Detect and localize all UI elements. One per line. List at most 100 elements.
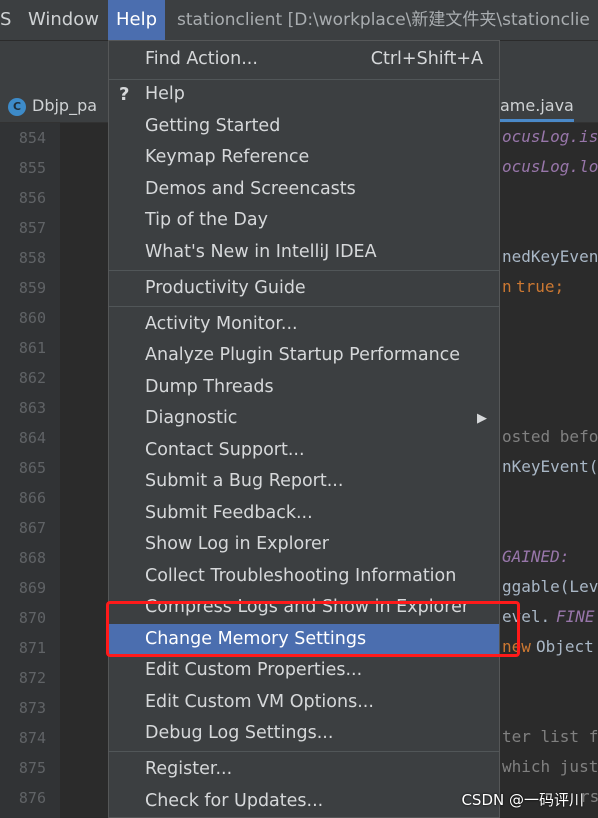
menu-item-label: Submit Feedback... [145,503,313,523]
code-line-871-b: Object [536,637,594,656]
line-number: 872 [18,669,46,687]
line-number: 857 [18,219,46,237]
line-number: 876 [18,789,46,807]
menu-item-label: Submit a Bug Report... [145,471,344,491]
menu-separator [109,270,499,271]
line-number: 864 [18,429,46,447]
menu-item-submit-bug-report[interactable]: Submit a Bug Report... [109,466,499,497]
window-title: stationclient [D:\workplace\新建文件夹\statio… [177,10,590,30]
menu-item-show-log[interactable]: Show Log in Explorer [109,529,499,560]
menu-item-label: Getting Started [145,116,281,136]
tab-label: ame.java [500,96,574,115]
menu-separator [109,751,499,752]
menu-item-find-action[interactable]: Find Action... Ctrl+Shift+A [109,44,499,75]
menu-item-label: Keymap Reference [145,147,310,167]
code-line-869: ggable(Lev [502,577,598,596]
line-number: 868 [18,549,46,567]
menu-item-register[interactable]: Register... [109,754,499,785]
code-line-859-a: n [502,277,512,296]
menu-item-label: Contact Support... [145,440,305,460]
help-menu-dropdown: Find Action... Ctrl+Shift+A ? Help Getti… [108,40,500,818]
menu-bar: S Window Help stationclient [D:\workplac… [0,0,598,41]
tab-label: Dbjp_pa [32,96,98,115]
menu-item-label: Tip of the Day [145,210,268,230]
menu-item-diagnostic[interactable]: Diagnostic ▶ [109,403,499,434]
menu-item-label: Check for Updates... [145,791,324,811]
menu-item-analyze-plugin-startup[interactable]: Analyze Plugin Startup Performance [109,340,499,371]
menu-help[interactable]: Help [108,0,166,40]
menu-item-debug-log-settings[interactable]: Debug Log Settings... [109,718,499,749]
line-number: 874 [18,729,46,747]
menu-item-edit-custom-properties[interactable]: Edit Custom Properties... [109,655,499,686]
code-line-855: ocusLog.lo [502,157,598,176]
line-number: 865 [18,459,46,477]
menu-item-label: What's New in IntelliJ IDEA [145,242,377,262]
code-line-859-b: true; [516,277,565,296]
line-number: 873 [18,699,46,717]
code-line-865: nKeyEvent( [502,457,598,476]
menu-separator [109,306,499,307]
menu-item-productivity-guide[interactable]: Productivity Guide [109,273,499,304]
line-number: 856 [18,189,46,207]
menu-item-whats-new[interactable]: What's New in IntelliJ IDEA [109,237,499,268]
menu-item-label: Help [145,84,185,104]
menu-item-label: Find Action... [145,49,258,69]
menu-item-help[interactable]: ? Help [109,79,499,110]
menu-item-label: Activity Monitor... [145,314,298,334]
java-class-icon: C [8,97,26,116]
editor-tab-active[interactable]: ame.java [500,89,574,122]
menu-item-keymap-reference[interactable]: Keymap Reference [109,142,499,173]
line-number: 859 [18,279,46,297]
menu-item-submit-feedback[interactable]: Submit Feedback... [109,498,499,529]
line-number: 867 [18,519,46,537]
line-number: 861 [18,339,46,357]
help-question-icon: ? [119,84,130,105]
submenu-arrow-icon: ▶ [477,411,487,426]
editor-tab-dbjp[interactable]: C Dbjp_pa [8,89,97,122]
menu-code-partial[interactable]: S [0,0,11,40]
menu-item-label: Debug Log Settings... [145,723,334,743]
code-line-864: osted befo [502,427,598,446]
line-number: 860 [18,309,46,327]
menu-item-dump-threads[interactable]: Dump Threads [109,372,499,403]
menu-item-label: Edit Custom Properties... [145,660,363,680]
line-number-gutter: 854 855 856 857 858 859 860 861 862 863 … [0,123,60,818]
watermark: CSDN @一码评川 [461,791,584,809]
menu-item-activity-monitor[interactable]: Activity Monitor... [109,309,499,340]
code-line-858: nedKeyEven [502,247,598,266]
menu-item-label: Analyze Plugin Startup Performance [145,345,461,365]
menu-item-collect-troubleshooting[interactable]: Collect Troubleshooting Information [109,561,499,592]
code-line-868: GAINED: [502,547,570,566]
menu-item-check-for-updates[interactable]: Check for Updates... [109,786,499,817]
line-number: 854 [18,129,46,147]
line-number: 858 [18,249,46,267]
line-number: 866 [18,489,46,507]
line-number: 855 [18,159,46,177]
menu-item-getting-started[interactable]: Getting Started [109,111,499,142]
line-number: 863 [18,399,46,417]
line-number: 875 [18,759,46,777]
code-line-874: ter list f [502,727,598,746]
menu-item-label: Edit Custom VM Options... [145,692,374,712]
menu-item-contact-support[interactable]: Contact Support... [109,435,499,466]
menu-window[interactable]: Window [28,0,99,40]
menu-item-label: Productivity Guide [145,278,306,298]
code-line-875: which just [502,757,598,776]
menu-item-label: Register... [145,759,233,779]
menu-item-shortcut: Ctrl+Shift+A [370,49,483,69]
menu-item-label: Dump Threads [145,377,274,397]
line-number: 862 [18,369,46,387]
annotation-highlight-box [106,601,520,657]
menu-item-label: Collect Troubleshooting Information [145,566,457,586]
menu-item-edit-custom-vm-options[interactable]: Edit Custom VM Options... [109,687,499,718]
menu-item-label: Diagnostic [145,408,238,428]
menu-item-demos[interactable]: Demos and Screencasts [109,174,499,205]
code-line-870-b: FINE [556,607,595,626]
menu-item-label: Show Log in Explorer [145,534,329,554]
line-number: 869 [18,579,46,597]
line-number: 870 [18,609,46,627]
menu-item-tip-of-the-day[interactable]: Tip of the Day [109,205,499,236]
menu-item-label: Demos and Screencasts [145,179,356,199]
code-line-854: ocusLog.is [502,127,598,146]
line-number: 871 [18,639,46,657]
